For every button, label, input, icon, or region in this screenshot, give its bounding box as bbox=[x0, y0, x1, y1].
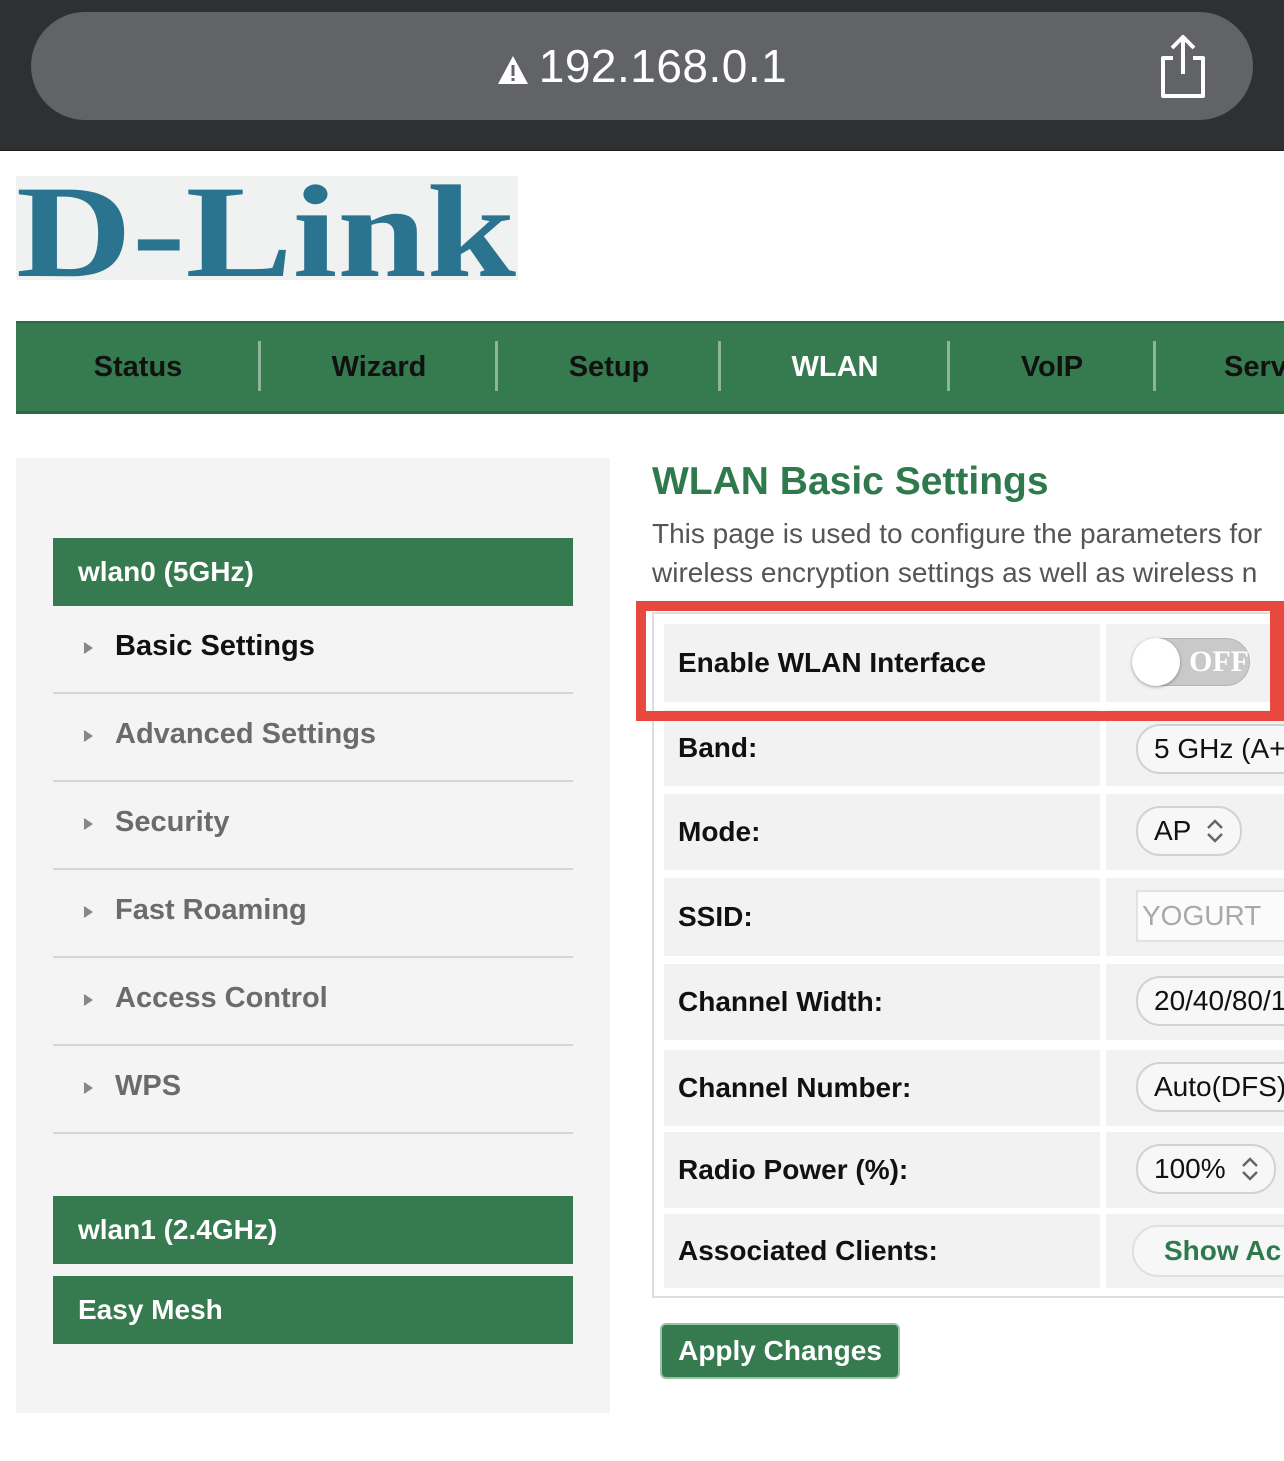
sidebar-item-label: WPS bbox=[115, 1070, 182, 1102]
chevron-updown-icon bbox=[1241, 1157, 1258, 1181]
sidebar-item-security[interactable]: Security bbox=[53, 784, 573, 870]
ssid-cell: YOGURT bbox=[1106, 878, 1284, 956]
bullet-icon bbox=[84, 1082, 93, 1094]
bullet-icon bbox=[84, 730, 93, 742]
sidebar-item-wps[interactable]: WPS bbox=[53, 1048, 573, 1134]
top-navigation: Status Wizard Setup WLAN VoIP Serv bbox=[16, 321, 1284, 414]
sidebar-item-label: Basic Settings bbox=[115, 630, 315, 662]
show-active-clients-label: Show Ac bbox=[1164, 1235, 1282, 1266]
description-line: This page is used to configure the param… bbox=[652, 518, 1263, 549]
associated-clients-label: Associated Clients: bbox=[664, 1214, 1100, 1288]
sidebar-item-fast-roaming[interactable]: Fast Roaming bbox=[53, 872, 573, 958]
sidebar-item-basic-settings[interactable]: Basic Settings bbox=[53, 608, 573, 694]
nav-services[interactable]: Serv bbox=[1224, 323, 1284, 411]
highlight-frame bbox=[636, 601, 1284, 721]
sidebar-header-wlan0[interactable]: wlan0 (5GHz) bbox=[53, 538, 573, 606]
url-text: 192.168.0.1 bbox=[538, 40, 788, 92]
nav-wizard[interactable]: Wizard bbox=[261, 323, 497, 411]
band-cell: 5 GHz (A+ bbox=[1106, 710, 1284, 786]
channel-width-cell: 20/40/80/1 bbox=[1106, 964, 1284, 1040]
channel-width-label: Channel Width: bbox=[664, 964, 1100, 1040]
browser-toolbar: 192.168.0.1 bbox=[0, 0, 1284, 151]
warning-triangle-icon bbox=[497, 56, 528, 84]
radio-power-select[interactable]: 100% bbox=[1136, 1144, 1276, 1194]
associated-clients-cell: Show Ac bbox=[1106, 1214, 1284, 1288]
bullet-icon bbox=[84, 994, 93, 1006]
radio-power-value: 100% bbox=[1154, 1153, 1226, 1184]
bullet-icon bbox=[84, 906, 93, 918]
ssid-label: SSID: bbox=[664, 878, 1100, 956]
ssid-input-value: YOGURT bbox=[1142, 900, 1262, 931]
radio-power-cell: 100% bbox=[1106, 1132, 1284, 1208]
svg-text:D-Link: D-Link bbox=[16, 176, 517, 280]
nav-status[interactable]: Status bbox=[16, 323, 260, 411]
channel-number-select[interactable]: Auto(DFS) bbox=[1136, 1062, 1284, 1112]
channel-width-select[interactable]: 20/40/80/1 bbox=[1136, 976, 1284, 1026]
nav-voip[interactable]: VoIP bbox=[950, 323, 1154, 411]
page-description: This page is used to configure the param… bbox=[652, 514, 1284, 592]
sidebar-item-label: Advanced Settings bbox=[115, 718, 377, 750]
share-icon[interactable] bbox=[1155, 34, 1211, 100]
sidebar-item-advanced-settings[interactable]: Advanced Settings bbox=[53, 696, 573, 782]
band-select[interactable]: 5 GHz (A+ bbox=[1136, 724, 1284, 774]
mode-label: Mode: bbox=[664, 794, 1100, 870]
bullet-icon bbox=[84, 642, 93, 654]
ssid-input[interactable]: YOGURT bbox=[1136, 890, 1284, 942]
sidebar: wlan0 (5GHz) Basic Settings Advanced Set… bbox=[16, 458, 610, 1413]
channel-number-value: Auto(DFS) bbox=[1154, 1071, 1284, 1102]
dlink-logo: D-Link bbox=[16, 176, 518, 280]
radio-power-label: Radio Power (%): bbox=[664, 1132, 1100, 1208]
bullet-icon bbox=[84, 818, 93, 830]
nav-setup[interactable]: Setup bbox=[498, 323, 720, 411]
nav-separator bbox=[1153, 341, 1156, 391]
band-select-value: 5 GHz (A+ bbox=[1154, 733, 1284, 764]
address-bar[interactable]: 192.168.0.1 bbox=[31, 12, 1253, 120]
band-label: Band: bbox=[664, 710, 1100, 786]
sidebar-item-label: Access Control bbox=[115, 982, 328, 1014]
channel-width-value: 20/40/80/1 bbox=[1154, 985, 1284, 1016]
sidebar-item-label: Security bbox=[115, 806, 230, 838]
sidebar-header-easy-mesh[interactable]: Easy Mesh bbox=[53, 1276, 573, 1344]
sidebar-item-access-control[interactable]: Access Control bbox=[53, 960, 573, 1046]
apply-changes-button[interactable]: Apply Changes bbox=[660, 1323, 900, 1379]
mode-select-value: AP bbox=[1154, 815, 1192, 846]
sidebar-item-label: Fast Roaming bbox=[115, 894, 307, 926]
page-title: WLAN Basic Settings bbox=[652, 460, 1049, 503]
sidebar-header-wlan1[interactable]: wlan1 (2.4GHz) bbox=[53, 1196, 573, 1264]
nav-wlan[interactable]: WLAN bbox=[721, 323, 949, 411]
mode-select[interactable]: AP bbox=[1136, 806, 1242, 856]
description-line: wireless encryption settings as well as … bbox=[652, 557, 1258, 588]
channel-number-cell: Auto(DFS) bbox=[1106, 1050, 1284, 1126]
mode-cell: AP bbox=[1106, 794, 1284, 870]
chevron-updown-icon bbox=[1207, 819, 1224, 843]
channel-number-label: Channel Number: bbox=[664, 1050, 1100, 1126]
show-active-clients-button[interactable]: Show Ac bbox=[1132, 1225, 1284, 1277]
